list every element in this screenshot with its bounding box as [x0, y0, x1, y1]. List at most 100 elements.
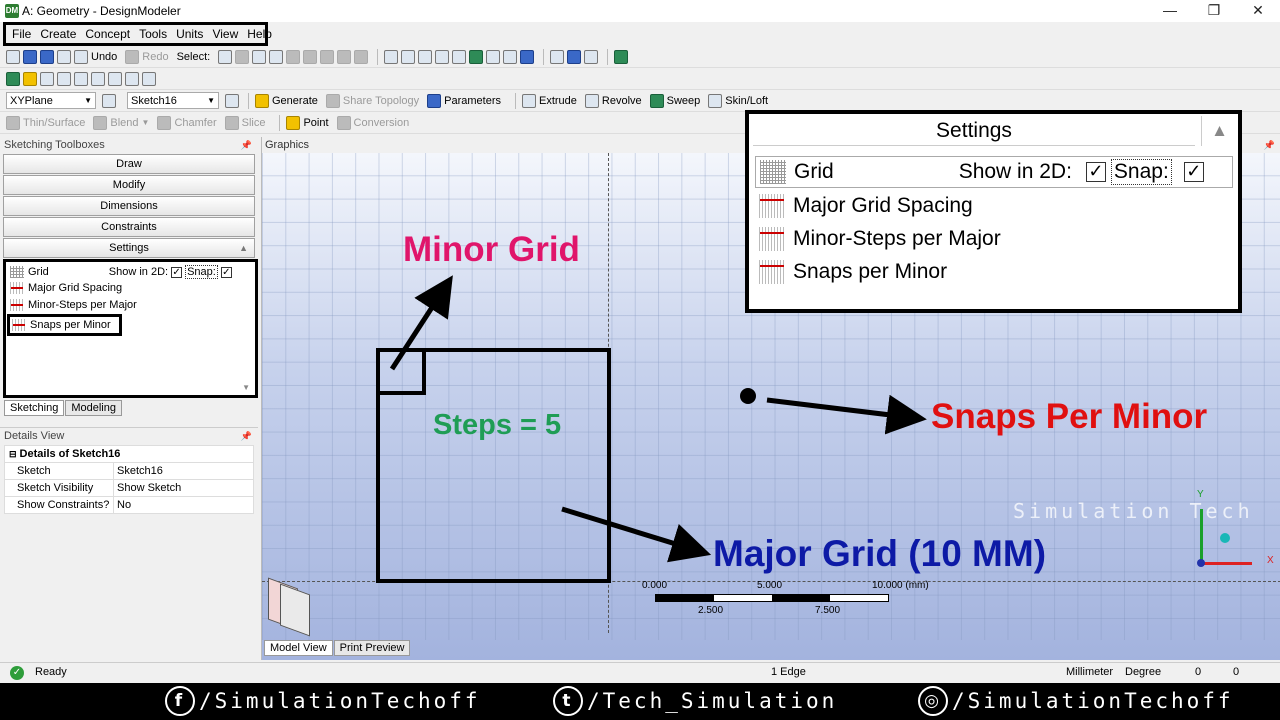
zoom-fit-icon[interactable] — [452, 49, 467, 64]
menu-concept[interactable]: Concept — [85, 27, 130, 41]
zoom-major-grid-spacing[interactable]: Major Grid Spacing — [759, 194, 973, 218]
scale-tick-2-5: 2.500 — [698, 605, 724, 616]
filter-points-icon[interactable] — [40, 71, 54, 86]
pan-icon[interactable] — [401, 49, 416, 64]
menu-create[interactable]: Create — [40, 27, 76, 41]
details-view-header: Details View 📌 — [0, 427, 258, 443]
filter-bodies-icon[interactable] — [91, 71, 105, 86]
filter-edges-icon[interactable] — [57, 71, 71, 86]
select-body-icon[interactable] — [303, 49, 318, 64]
magnifier-icon[interactable] — [486, 49, 501, 64]
select-point-icon[interactable] — [252, 49, 267, 64]
display-color-icon[interactable] — [23, 71, 37, 86]
pin-icon[interactable]: 📌 — [241, 428, 252, 444]
app-icon: DM — [5, 4, 19, 18]
display-edges-icon[interactable] — [6, 71, 20, 86]
save-icon[interactable] — [23, 49, 37, 64]
zoom-show-in-2d-checkbox[interactable]: ✓ — [1085, 162, 1106, 182]
tab-print-preview[interactable]: Print Preview — [333, 640, 411, 656]
scroll-down-icon[interactable]: ▼ — [242, 383, 250, 392]
undo-button[interactable]: Undo — [74, 49, 117, 64]
scale-tick-10: 10.000 (mm) — [872, 580, 929, 591]
table-row[interactable]: Show Constraints? No — [4, 496, 254, 514]
sketch-select[interactable]: Sketch16 ▼ — [127, 92, 219, 109]
toolbox-draw[interactable]: Draw — [3, 154, 255, 174]
toolbox-constraints[interactable]: Constraints — [3, 217, 255, 237]
revolve-button[interactable]: Revolve — [584, 93, 642, 108]
iso-view-icon[interactable] — [567, 49, 582, 64]
collapse-icon[interactable]: ⊟ — [9, 449, 17, 459]
zoom-grid-row[interactable]: Grid Show in 2D: ✓ Snap: ✓ — [755, 156, 1233, 188]
major-grid-label: Major Grid (10 MM) — [713, 533, 1047, 574]
toolbox-modify[interactable]: Modify — [3, 175, 255, 195]
redo-button[interactable]: Redo — [125, 49, 169, 64]
toolbox-dimensions[interactable]: Dimensions — [3, 196, 255, 216]
screenshot-icon[interactable] — [57, 49, 71, 64]
parameters-button[interactable]: Parameters — [427, 93, 501, 108]
snap-checkbox[interactable]: ✓ — [220, 266, 232, 278]
box-zoom-icon[interactable] — [435, 49, 450, 64]
menu-units[interactable]: Units — [176, 27, 203, 41]
previous-view-icon[interactable] — [503, 49, 518, 64]
zoom-icon[interactable] — [418, 49, 433, 64]
zoom-to-fit-green-icon[interactable] — [469, 49, 484, 64]
blend-button[interactable]: Blend ▼ — [93, 115, 149, 130]
settings-grid-row[interactable]: Grid Show in 2D: ✓ Snap: ✓ — [10, 265, 255, 279]
tab-model-view[interactable]: Model View — [264, 640, 333, 656]
maximize-button[interactable]: ❐ — [1194, 0, 1234, 22]
rotate-icon[interactable] — [384, 49, 399, 64]
skin-loft-button[interactable]: Skin/Loft — [708, 93, 768, 108]
next-view-icon[interactable] — [520, 49, 535, 64]
settings-minor-steps-per-major[interactable]: Minor-Steps per Major — [10, 299, 137, 311]
settings-major-grid-spacing[interactable]: Major Grid Spacing — [10, 282, 122, 294]
chamfer-button[interactable]: Chamfer — [157, 115, 217, 130]
shrink-icon[interactable] — [354, 49, 369, 64]
point-dot-icon[interactable] — [584, 49, 599, 64]
zoom-scroll-up-icon[interactable]: ▲ — [1201, 116, 1237, 146]
zoom-snaps-per-minor[interactable]: Snaps per Minor — [759, 260, 947, 284]
save-as-icon[interactable] — [40, 49, 54, 64]
menu-help[interactable]: Help — [247, 27, 272, 41]
minimize-button[interactable]: — — [1150, 0, 1190, 22]
tab-sketching[interactable]: Sketching — [4, 400, 65, 416]
tab-modeling[interactable]: Modeling — [65, 400, 122, 416]
point-button[interactable]: Point — [286, 115, 329, 130]
scroll-up-icon[interactable]: ▲ — [239, 239, 248, 257]
select-face-icon[interactable] — [286, 49, 301, 64]
select-mode-icon[interactable] — [218, 49, 233, 64]
look-at-icon[interactable] — [614, 49, 629, 64]
conversion-button[interactable]: Conversion — [336, 115, 409, 130]
generate-button[interactable]: Generate — [255, 93, 318, 108]
plane-select[interactable]: XYPlane ▼ — [6, 92, 96, 109]
extrude-button[interactable]: Extrude — [521, 93, 577, 108]
filter-faces-icon[interactable] — [74, 71, 88, 86]
slice-button[interactable]: Slice — [224, 115, 265, 130]
share-topology-button[interactable]: Share Topology — [325, 93, 419, 108]
sweep-button[interactable]: Sweep — [649, 93, 700, 108]
settings-snaps-per-minor[interactable]: Snaps per Minor — [7, 314, 122, 336]
show-in-2d-checkbox[interactable]: ✓ — [171, 266, 183, 278]
menu-view[interactable]: View — [212, 27, 238, 41]
menu-tools[interactable]: Tools — [139, 27, 167, 41]
toolbox-settings[interactable]: Settings ▲ — [3, 238, 255, 258]
pin-icon[interactable]: 📌 — [241, 137, 252, 153]
select-edge-icon[interactable] — [269, 49, 284, 64]
measure-icon[interactable] — [142, 71, 156, 86]
close-button[interactable]: ✕ — [1238, 0, 1278, 22]
filter-lines-icon[interactable] — [108, 71, 122, 86]
pin-tool-icon[interactable] — [125, 71, 139, 86]
select-mode-2-icon[interactable] — [235, 49, 250, 64]
new-plane-icon[interactable] — [102, 93, 116, 108]
expand-icon[interactable] — [337, 49, 352, 64]
table-row[interactable]: Sketch Sketch16 — [4, 462, 254, 480]
new-icon[interactable] — [6, 49, 20, 64]
extend-selection-icon[interactable] — [320, 49, 335, 64]
zoom-minor-steps-per-major[interactable]: Minor-Steps per Major — [759, 227, 1001, 251]
menu-file[interactable]: File — [12, 27, 31, 41]
new-sketch-icon[interactable] — [225, 93, 239, 108]
table-row[interactable]: Sketch Visibility Show Sketch — [4, 479, 254, 497]
thin-surface-button[interactable]: Thin/Surface — [6, 115, 85, 130]
grid-icon — [10, 266, 24, 278]
triad-icon[interactable] — [550, 49, 565, 64]
zoom-snap-checkbox[interactable]: ✓ — [1183, 162, 1204, 182]
